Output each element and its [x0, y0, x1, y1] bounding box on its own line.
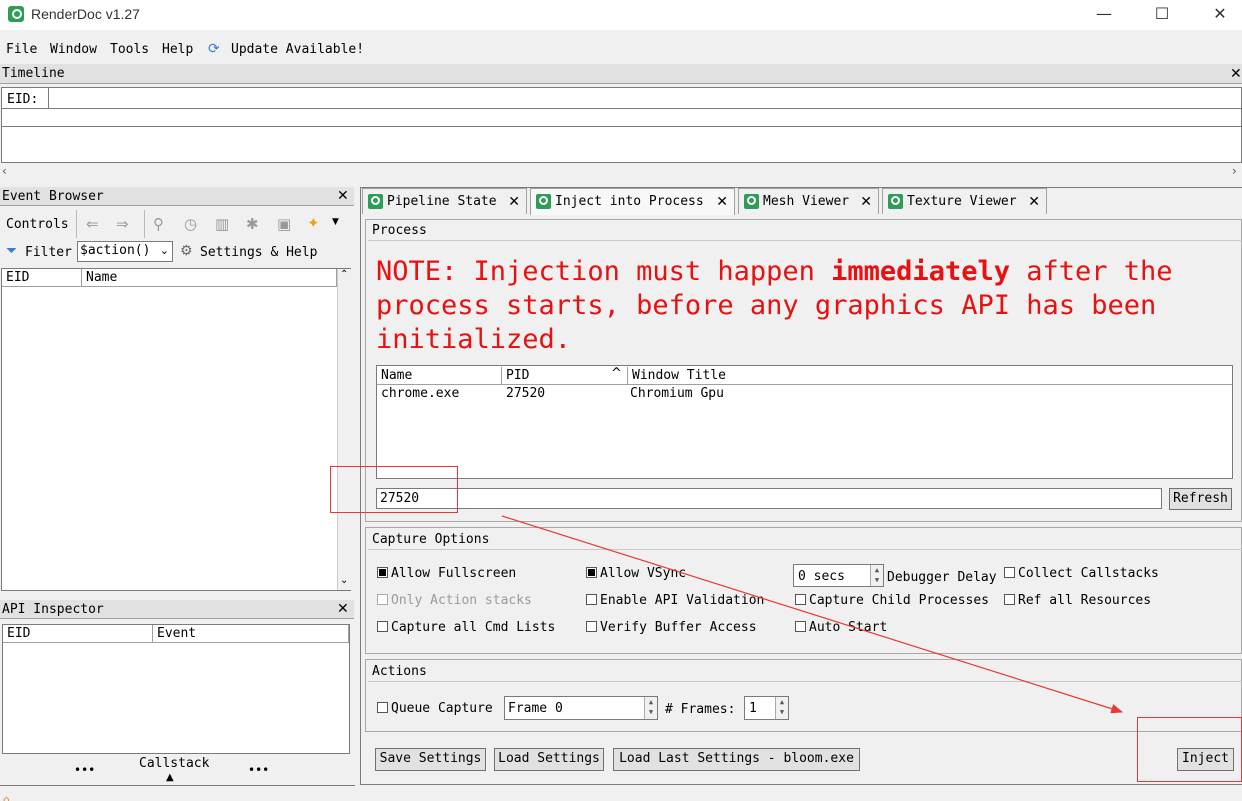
status-icon: ⌂ — [3, 793, 10, 801]
annotation-arrow — [501, 515, 1124, 714]
